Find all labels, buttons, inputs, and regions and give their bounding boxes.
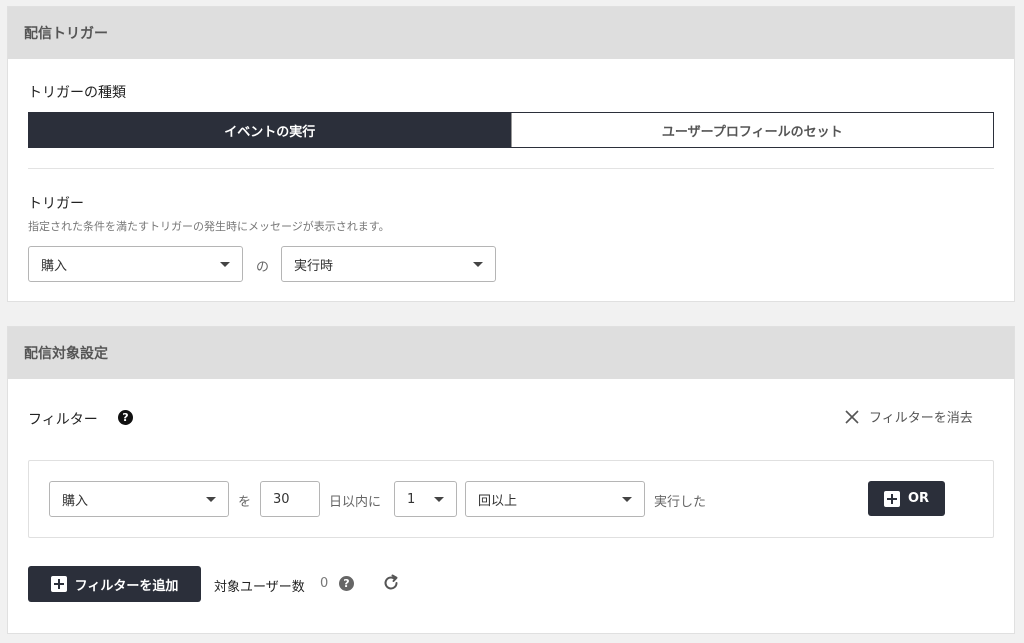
trigger-panel-title: 配信トリガー	[24, 26, 108, 42]
filter-action-label: 実行した	[654, 495, 707, 510]
target-users-count: 0	[320, 576, 329, 591]
clear-filter-label: フィルターを消去	[869, 411, 973, 426]
trigger-timing-select[interactable]: 実行時	[281, 246, 496, 282]
filter-event-select[interactable]: 購入	[49, 481, 229, 517]
segment-event-execution[interactable]: イベントの実行	[29, 113, 511, 147]
add-filter-button[interactable]: フィルターを追加	[28, 566, 201, 602]
trigger-type-segment: イベントの実行 ユーザープロフィールのセット	[28, 112, 994, 148]
segment-user-profile-set[interactable]: ユーザープロフィールのセット	[510, 113, 993, 147]
trigger-panel-header: 配信トリガー	[8, 7, 1014, 59]
filter-count-mode-value: 回以上	[478, 493, 518, 509]
help-circle-icon[interactable]: ?	[118, 410, 133, 425]
trigger-panel: 配信トリガー トリガーの種類 イベントの実行 ユーザープロフィールのセット トリ…	[7, 6, 1015, 302]
caret-down-icon	[434, 497, 444, 502]
plus-square-icon	[50, 576, 67, 592]
trigger-event-select[interactable]: 購入	[28, 246, 243, 282]
filter-count-value: 1	[407, 491, 416, 507]
close-icon	[845, 409, 859, 424]
filter-label: フィルター	[28, 412, 98, 428]
caret-down-icon	[206, 497, 216, 502]
filter-days-label: 日以内に	[329, 495, 382, 510]
filter-event-value: 購入	[62, 493, 89, 509]
help-circle-icon[interactable]: ?	[339, 576, 354, 591]
clear-filter-button[interactable]: フィルターを消去	[844, 407, 973, 426]
target-panel-title: 配信対象設定	[24, 346, 108, 362]
filter-connector-wo: を	[238, 495, 252, 510]
section-divider	[28, 168, 994, 169]
trigger-timing-value: 実行時	[294, 258, 334, 274]
filter-count-select[interactable]: 1	[394, 481, 457, 517]
caret-down-icon	[622, 497, 632, 502]
filter-count-mode-select[interactable]: 回以上	[465, 481, 645, 517]
or-button-label: OR	[907, 491, 930, 506]
add-filter-label: フィルターを追加	[74, 578, 179, 594]
trigger-description: 指定された条件を満たすトリガーの発生時にメッセージが表示されます。	[28, 220, 390, 233]
trigger-type-label: トリガーの種類	[28, 85, 126, 101]
refresh-icon[interactable]	[381, 573, 401, 593]
trigger-connector: の	[256, 260, 270, 275]
plus-square-icon	[883, 490, 900, 507]
target-panel: 配信対象設定 フィルター ? フィルターを消去 購入 を 日以内に 1 回以上 …	[7, 326, 1015, 634]
trigger-event-value: 購入	[41, 258, 68, 274]
target-panel-header: 配信対象設定	[8, 327, 1014, 379]
target-users-label: 対象ユーザー数	[214, 580, 305, 595]
or-button[interactable]: OR	[868, 481, 945, 516]
filter-days-input[interactable]	[260, 481, 320, 517]
caret-down-icon	[220, 262, 230, 267]
caret-down-icon	[473, 262, 483, 267]
trigger-label: トリガー	[28, 196, 84, 212]
